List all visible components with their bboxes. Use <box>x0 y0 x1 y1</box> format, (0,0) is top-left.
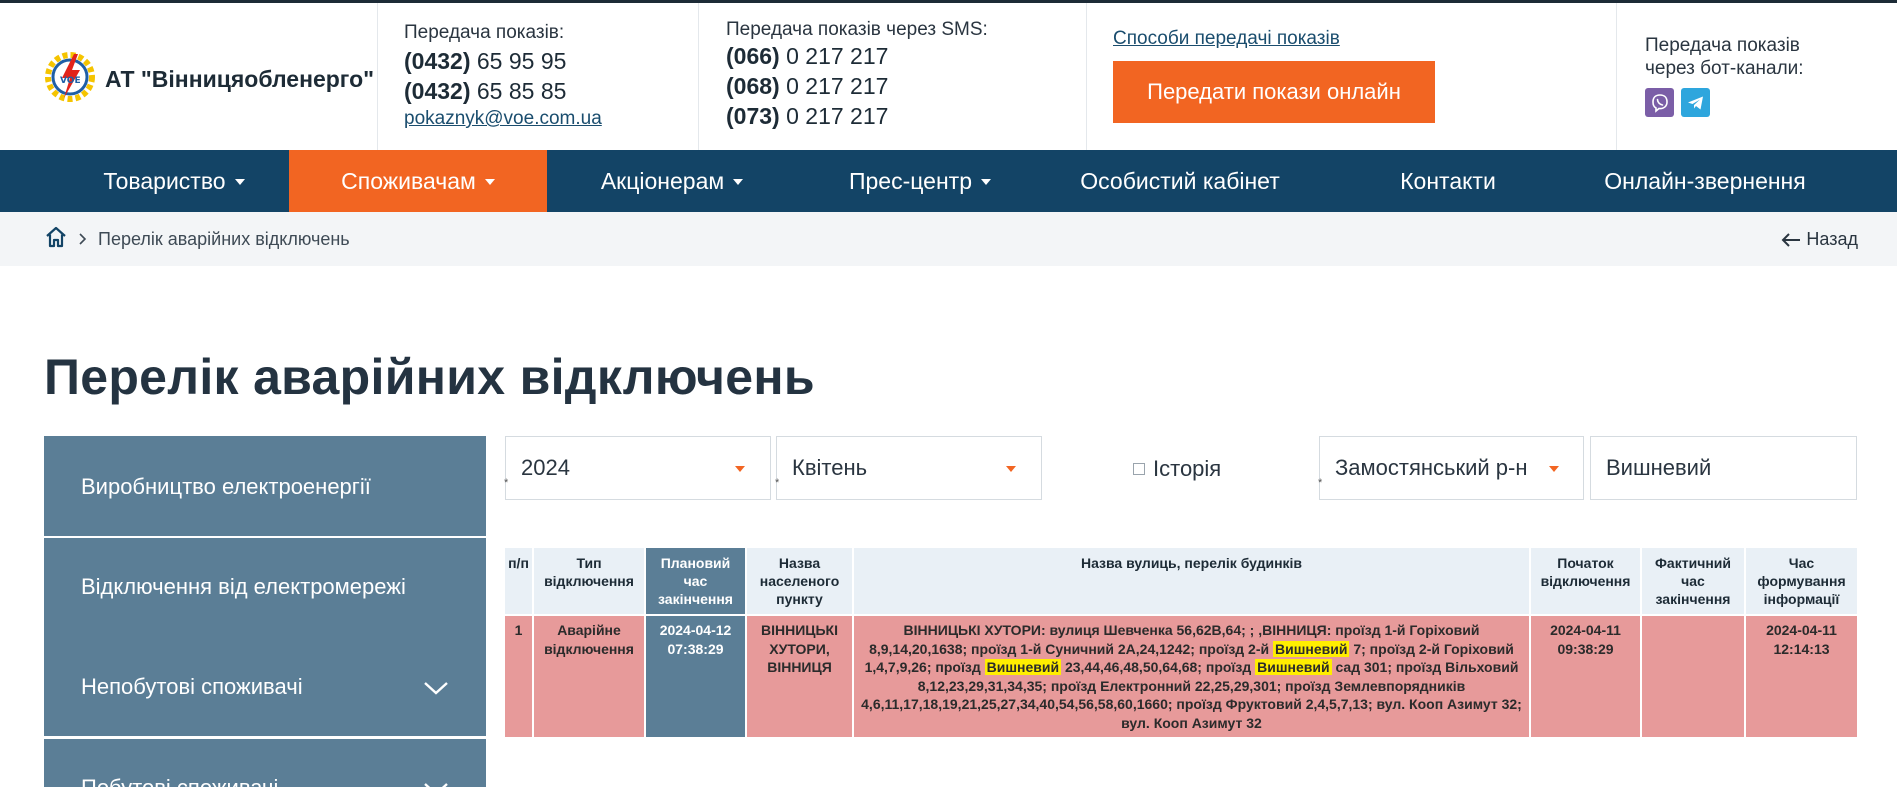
nav-item-online-appeal[interactable]: Онлайн-звернення <box>1590 150 1820 212</box>
sidebar-item-disconnection[interactable]: Відключення від електромережі <box>44 538 486 636</box>
chevron-down-icon <box>1549 466 1559 472</box>
nav-item-contacts[interactable]: Контакти <box>1380 150 1516 212</box>
column-header[interactable]: Фактичний час закінчення <box>1640 546 1746 616</box>
sms-label: Передача показів через SMS: <box>726 19 988 40</box>
cell-type: Аварійне відключення <box>532 614 646 739</box>
back-link[interactable]: Назад <box>1780 229 1858 250</box>
table-header-row: п/п Тип відключення Плановий час закінче… <box>503 546 1859 616</box>
breadcrumb: Перелік аварійних відключень Назад <box>0 212 1897 266</box>
chevron-down-icon <box>735 466 745 472</box>
sms-phones-block: Передача показів через SMS: (066) 0 217 … <box>726 19 988 131</box>
arrow-left-icon <box>1782 232 1801 247</box>
header-divider <box>377 3 378 150</box>
sms-phone-number[interactable]: (073) 0 217 217 <box>726 101 988 131</box>
main-nav: Товариство Споживачам Акціонерам Прес-це… <box>0 150 1897 212</box>
nav-item-company[interactable]: Товариство <box>60 150 288 212</box>
search-input[interactable]: Вишневий <box>1590 436 1857 500</box>
cell-number: 1 <box>503 614 534 739</box>
history-label: Історія <box>1153 456 1222 481</box>
header-divider <box>1616 3 1617 150</box>
company-logo-icon[interactable]: VOE <box>44 50 96 102</box>
required-mark: * <box>1318 477 1323 489</box>
methods-link[interactable]: Способи передачі показів <box>1113 28 1340 50</box>
column-header[interactable]: Назва вулиць, перелік будинків <box>852 546 1531 616</box>
cell-planned-end: 2024-04-12 07:38:29 <box>644 614 747 739</box>
nav-item-consumers[interactable]: Споживачам <box>289 150 547 212</box>
cell-settlement: ВІННИЦЬКІ ХУТОРИ, ВІННИЦЯ <box>745 614 854 739</box>
sms-phone-number[interactable]: (068) 0 217 217 <box>726 71 988 101</box>
sidebar-divider <box>44 736 486 739</box>
district-select[interactable]: Замостянський р-н * <box>1318 436 1584 500</box>
header-divider <box>698 3 699 150</box>
bot-label: Передача показів <box>1645 35 1800 56</box>
sidebar-item-electricity-production[interactable]: Виробництво електроенергії <box>44 436 486 536</box>
sidebar-item-household[interactable]: Побутові споживачі <box>44 739 486 787</box>
telegram-icon[interactable] <box>1681 88 1710 117</box>
chevron-down-icon <box>234 179 245 185</box>
phone-number[interactable]: (0432) 65 95 95 <box>404 46 602 76</box>
chevron-down-icon <box>981 179 991 185</box>
column-header[interactable]: п/п <box>503 546 534 616</box>
cell-streets: ВІННИЦЬКІ ХУТОРИ: вулиця Шевченка 56,62В… <box>852 614 1531 739</box>
chevron-down-icon <box>424 783 448 787</box>
nav-item-press-center[interactable]: Прес-центр <box>830 150 1010 212</box>
meter-email-link[interactable]: pokaznyk@voe.com.ua <box>404 108 602 130</box>
breadcrumb-current: Перелік аварійних відключень <box>98 229 350 249</box>
cell-start: 2024-04-11 09:38:29 <box>1529 614 1642 739</box>
page-title: Перелік аварійних відключень <box>44 349 815 405</box>
search-highlight: Вишневий <box>1273 640 1350 657</box>
search-highlight: Вишневий <box>1255 659 1332 675</box>
column-header[interactable]: Плановий час закінчення <box>644 546 747 616</box>
chevron-right-icon <box>79 233 87 245</box>
column-header[interactable]: Назва населеного пункту <box>745 546 854 616</box>
meter-phones-block: Передача показів: (0432) 65 95 95 (0432)… <box>404 22 602 130</box>
bot-label: через бот-канали: <box>1645 58 1804 79</box>
month-select[interactable]: Квітень * <box>775 436 1042 500</box>
chevron-down-icon <box>1006 466 1016 472</box>
svg-text:VOE: VOE <box>60 76 81 86</box>
required-mark: * <box>504 477 509 489</box>
meter-phones-label: Передача показів: <box>404 22 565 43</box>
sidebar-item-non-household[interactable]: Непобутові споживачі <box>44 636 486 736</box>
chevron-down-icon <box>484 179 495 185</box>
checkbox-box[interactable] <box>1133 463 1145 475</box>
home-icon[interactable] <box>45 226 67 248</box>
nav-item-shareholders[interactable]: Акціонерам <box>572 150 772 212</box>
brand-name[interactable]: АТ "Вінницяобленерго" <box>105 66 374 93</box>
bot-channels-block: Передача показів через бот-канали: <box>1645 34 1804 80</box>
column-header[interactable]: Початок відключення <box>1529 546 1642 616</box>
submit-readings-online-button[interactable]: Передати покази онлайн <box>1113 61 1435 123</box>
table-row: 1 Аварійне відключення 2024-04-12 07:38:… <box>503 614 1859 739</box>
viber-icon[interactable] <box>1645 88 1674 117</box>
chevron-down-icon <box>424 682 448 695</box>
cell-actual-end <box>1640 614 1746 739</box>
cell-formed: 2024-04-11 12:14:13 <box>1744 614 1859 739</box>
sms-phone-number[interactable]: (066) 0 217 217 <box>726 41 988 71</box>
year-select[interactable]: 2024 * <box>504 436 771 500</box>
nav-item-personal-account[interactable]: Особистий кабінет <box>1070 150 1290 212</box>
required-mark: * <box>775 477 780 489</box>
outages-table: п/п Тип відключення Плановий час закінче… <box>503 546 1859 739</box>
column-header[interactable]: Тип відключення <box>532 546 646 616</box>
header-divider <box>1086 3 1087 150</box>
chevron-down-icon <box>733 179 744 185</box>
search-highlight: Вишневий <box>984 659 1062 675</box>
column-header[interactable]: Час формування інформації <box>1744 546 1859 616</box>
phone-number[interactable]: (0432) 65 85 85 <box>404 76 602 106</box>
history-checkbox[interactable]: Історія <box>1133 456 1221 482</box>
